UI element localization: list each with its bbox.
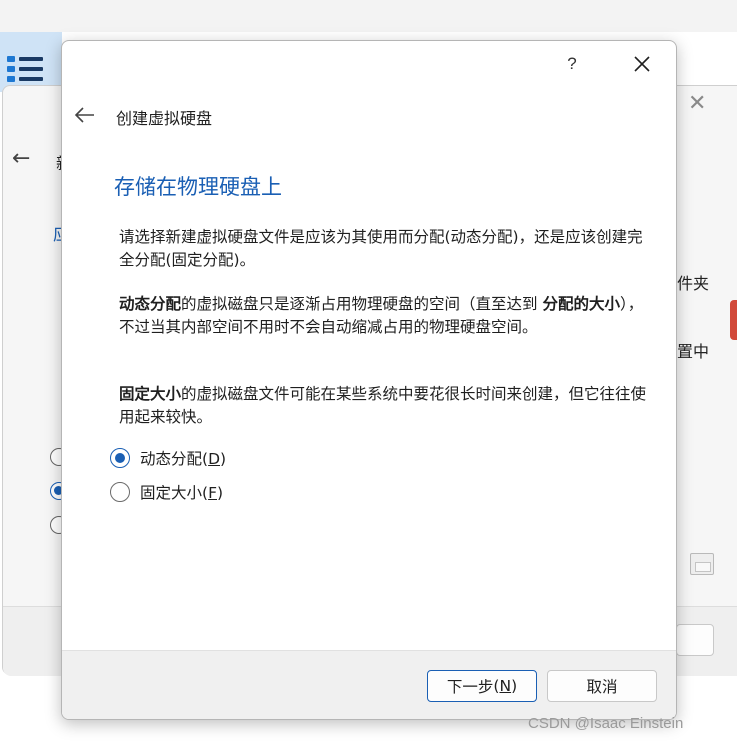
background-text-fragment: 置中 [677,342,710,361]
dynamic-text: 的虚拟磁盘只是逐渐占用物理硬盘的空间（直至达到 [181,295,538,313]
back-button[interactable] [72,105,98,127]
close-button[interactable] [624,49,660,79]
create-virtual-disk-dialog: ? 创建虚拟硬盘 存储在物理硬盘上 请选择新建虚拟硬盘文件是应该为其使用而分配(… [61,40,677,720]
mnemonic: D [208,450,221,468]
cancel-button[interactable]: 取消 [547,670,657,702]
radio-indicator[interactable] [110,482,130,502]
fixed-text: 的虚拟磁盘文件可能在某些系统中要花很长时间来创建，但它往往使用起来较快。 [119,385,647,426]
page-heading: 存储在物理硬盘上 [114,175,282,199]
next-button[interactable]: 下一步(N) [427,670,537,702]
watermark: CSDN @Isaac Einstein [528,715,684,732]
allocated-size-term: 分配的大小 [542,295,620,313]
radio-label: 固定大小 [140,484,203,502]
list-menu-icon[interactable] [4,54,46,84]
folder-icon[interactable] [690,553,714,575]
dynamic-term: 动态分配 [119,295,182,313]
radio-indicator-checked[interactable] [110,448,130,468]
radio-label: 动态分配 [140,450,203,468]
dynamic-allocation-description: 动态分配的虚拟磁盘只是逐渐占用物理硬盘的空间（直至达到 分配的大小），不过当其内… [119,293,655,339]
background-titlebar [0,0,737,32]
fixed-term: 固定大小 [119,385,182,403]
background-close-icon[interactable]: ✕ [688,93,706,115]
next-label: 下一步 [446,678,494,696]
radio-fixed-size[interactable]: 固定大小(F) [110,480,223,504]
radio-dynamic-allocation[interactable]: 动态分配(D) [110,446,226,470]
back-arrow-icon [74,106,94,123]
background-back-arrow-icon[interactable]: ← [12,146,30,171]
intro-text: 请选择新建虚拟硬盘文件是应该为其使用而分配(动态分配)，还是应该创建完全分配(固… [119,228,643,269]
fixed-size-description: 固定大小的虚拟磁盘文件可能在某些系统中要花很长时间来创建，但它往往使用起来较快。 [119,383,655,429]
background-app-edge [730,300,737,340]
dialog-header-title: 创建虚拟硬盘 [116,109,213,128]
mnemonic: F [208,484,217,502]
close-icon [634,56,650,72]
mnemonic: N [499,677,512,695]
background-input-field[interactable] [676,624,714,656]
help-button[interactable]: ? [558,51,586,77]
dialog-footer: 下一步(N) 取消 [62,650,676,719]
background-text-fragment: 件夹 [677,274,710,293]
